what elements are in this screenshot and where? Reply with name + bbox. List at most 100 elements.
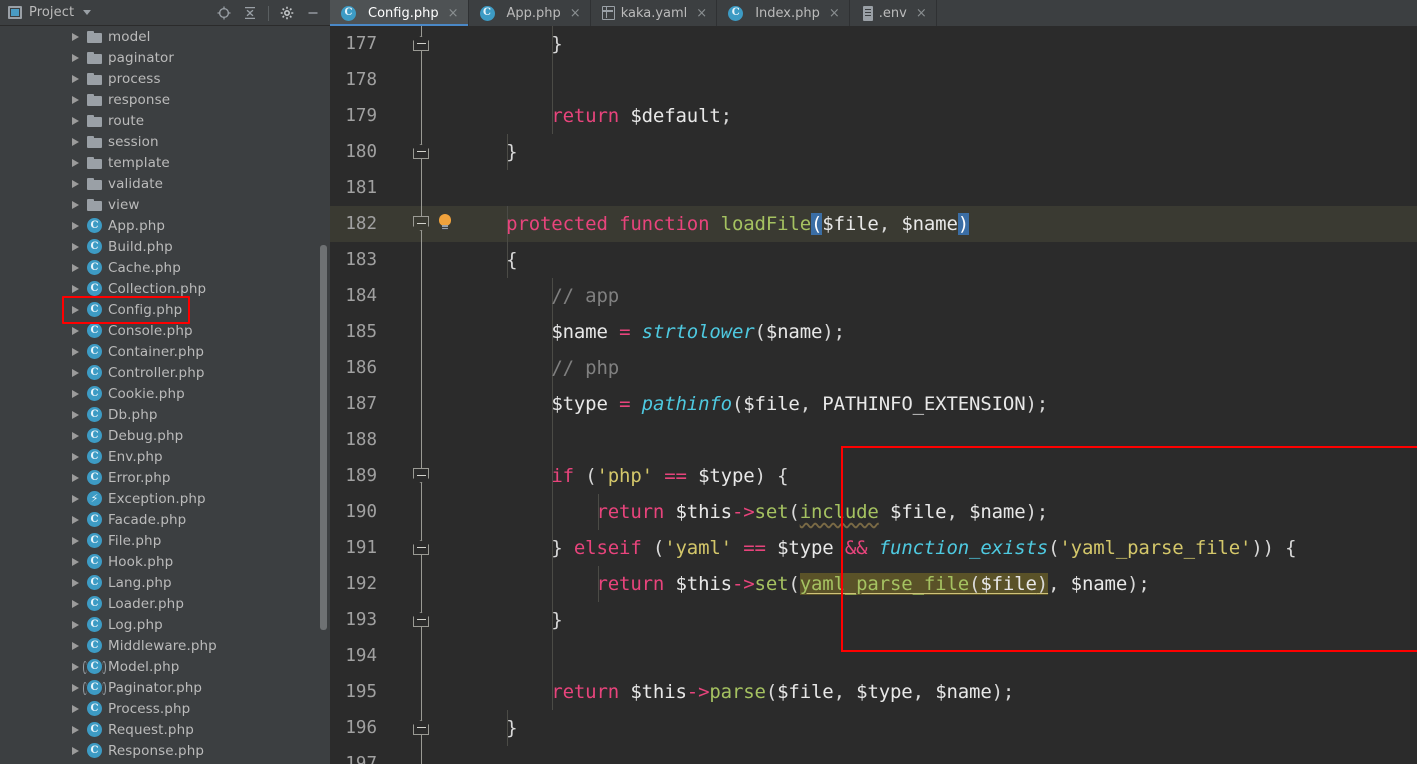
tree-item-session[interactable]: session — [0, 131, 330, 152]
close-icon[interactable]: × — [916, 7, 927, 20]
tree-item-process-php[interactable]: C Process.php — [0, 698, 330, 719]
expand-arrow-icon[interactable] — [72, 200, 79, 209]
expand-arrow-icon[interactable] — [72, 683, 79, 692]
tab-index-php[interactable]: C Index.php × — [717, 0, 850, 26]
code-line[interactable]: 195 return $this->parse($file, $type, $n… — [330, 674, 1417, 710]
tree-item-lang-php[interactable]: C Lang.php — [0, 572, 330, 593]
tree-item-env-php[interactable]: C Env.php — [0, 446, 330, 467]
expand-arrow-icon[interactable] — [72, 158, 79, 167]
collapse-region-icon[interactable] — [413, 720, 429, 735]
expand-arrow-icon[interactable] — [72, 431, 79, 440]
expand-arrow-icon[interactable] — [72, 32, 79, 41]
code-editor[interactable]: 177 } 178 179 return $default; 180 } 181 182 … — [330, 26, 1417, 764]
fold-marker[interactable] — [413, 540, 429, 556]
expand-arrow-icon[interactable] — [72, 557, 79, 566]
tree-item-facade-php[interactable]: C Facade.php — [0, 509, 330, 530]
tree-item-controller-php[interactable]: C Controller.php — [0, 362, 330, 383]
expand-arrow-icon[interactable] — [72, 725, 79, 734]
tree-item-cache-php[interactable]: C Cache.php — [0, 257, 330, 278]
fold-marker[interactable] — [413, 36, 429, 52]
expand-arrow-icon[interactable] — [72, 305, 79, 314]
expand-arrow-icon[interactable] — [72, 116, 79, 125]
collapse-region-icon[interactable] — [413, 612, 429, 627]
fold-marker[interactable] — [413, 144, 429, 160]
expand-arrow-icon[interactable] — [72, 662, 79, 671]
expand-arrow-icon[interactable] — [72, 746, 79, 755]
tree-item-build-php[interactable]: C Build.php — [0, 236, 330, 257]
expand-arrow-icon[interactable] — [72, 95, 79, 104]
project-file-tree[interactable]: model paginator process response route sessio… — [0, 26, 330, 764]
close-icon[interactable]: × — [448, 7, 459, 20]
tree-item-request-php[interactable]: C Request.php — [0, 719, 330, 740]
fold-marker[interactable] — [413, 468, 429, 484]
code-line[interactable]: 191 } elseif ('yaml' == $type && functio… — [330, 530, 1417, 566]
tree-item-response-php[interactable]: C Response.php — [0, 740, 330, 761]
tree-item-middleware-php[interactable]: C Middleware.php — [0, 635, 330, 656]
tab-kaka-yaml[interactable]: kaka.yaml × — [591, 0, 718, 26]
close-icon[interactable]: × — [696, 7, 707, 20]
code-line[interactable]: 184 // app — [330, 278, 1417, 314]
expand-arrow-icon[interactable] — [72, 452, 79, 461]
expand-arrow-icon[interactable] — [72, 326, 79, 335]
expand-arrow-icon[interactable] — [72, 242, 79, 251]
tree-item-db-php[interactable]: C Db.php — [0, 404, 330, 425]
expand-arrow-icon[interactable] — [72, 74, 79, 83]
code-line[interactable]: 177 } — [330, 26, 1417, 62]
code-line[interactable]: 186 // php — [330, 350, 1417, 386]
expand-arrow-icon[interactable] — [72, 221, 79, 230]
expand-arrow-icon[interactable] — [72, 137, 79, 146]
minimize-icon[interactable] — [302, 2, 324, 24]
tree-item-container-php[interactable]: C Container.php — [0, 341, 330, 362]
tree-item-debug-php[interactable]: C Debug.php — [0, 425, 330, 446]
expand-arrow-icon[interactable] — [72, 179, 79, 188]
collapse-region-icon[interactable] — [413, 144, 429, 159]
code-line[interactable]: 182 protected function loadFile($file, $… — [330, 206, 1417, 242]
code-line[interactable]: 185 $name = strtolower($name); — [330, 314, 1417, 350]
locate-target-icon[interactable] — [213, 2, 235, 24]
code-line[interactable]: 180 } — [330, 134, 1417, 170]
collapse-region-icon[interactable] — [413, 216, 429, 231]
tree-item-response[interactable]: response — [0, 89, 330, 110]
gear-icon[interactable] — [276, 2, 298, 24]
close-icon[interactable]: × — [829, 7, 840, 20]
code-line[interactable]: 189 if ('php' == $type) { — [330, 458, 1417, 494]
tree-item-model-php[interactable]: C Model.php — [0, 656, 330, 677]
tree-item-hook-php[interactable]: C Hook.php — [0, 551, 330, 572]
expand-arrow-icon[interactable] — [72, 578, 79, 587]
intention-bulb-icon[interactable] — [438, 214, 452, 231]
close-icon[interactable]: × — [570, 7, 581, 20]
tab-dot-env[interactable]: .env × — [850, 0, 937, 26]
tree-item-file-php[interactable]: C File.php — [0, 530, 330, 551]
expand-arrow-icon[interactable] — [72, 515, 79, 524]
tree-item-validate[interactable]: validate — [0, 173, 330, 194]
expand-arrow-icon[interactable] — [72, 410, 79, 419]
tab-app-php[interactable]: C App.php × — [469, 0, 591, 26]
tree-item-console-php[interactable]: C Console.php — [0, 320, 330, 341]
tree-item-paginator-php[interactable]: C Paginator.php — [0, 677, 330, 698]
code-line[interactable]: 188 — [330, 422, 1417, 458]
fold-marker[interactable] — [413, 720, 429, 736]
tree-item-app-php[interactable]: C App.php — [0, 215, 330, 236]
code-line[interactable]: 179 return $default; — [330, 98, 1417, 134]
expand-arrow-icon[interactable] — [72, 53, 79, 62]
tree-item-route[interactable]: route — [0, 110, 330, 131]
expand-arrow-icon[interactable] — [72, 389, 79, 398]
code-line[interactable]: 178 — [330, 62, 1417, 98]
tree-item-process[interactable]: process — [0, 68, 330, 89]
expand-arrow-icon[interactable] — [72, 473, 79, 482]
collapse-region-icon[interactable] — [413, 540, 429, 555]
tree-item-cookie-php[interactable]: C Cookie.php — [0, 383, 330, 404]
code-line[interactable]: 192 return $this->set(yaml_parse_file($f… — [330, 566, 1417, 602]
expand-arrow-icon[interactable] — [72, 641, 79, 650]
tree-item-paginator[interactable]: paginator — [0, 47, 330, 68]
expand-arrow-icon[interactable] — [72, 704, 79, 713]
tree-item-config-php[interactable]: C Config.php — [0, 299, 330, 320]
tree-item-log-php[interactable]: C Log.php — [0, 614, 330, 635]
tree-item-error-php[interactable]: C Error.php — [0, 467, 330, 488]
expand-arrow-icon[interactable] — [72, 536, 79, 545]
tab-config-php[interactable]: C Config.php × — [330, 0, 469, 26]
fold-marker[interactable] — [413, 612, 429, 628]
code-line[interactable]: 183 { — [330, 242, 1417, 278]
code-line[interactable]: 194 — [330, 638, 1417, 674]
collapse-region-icon[interactable] — [413, 36, 429, 51]
